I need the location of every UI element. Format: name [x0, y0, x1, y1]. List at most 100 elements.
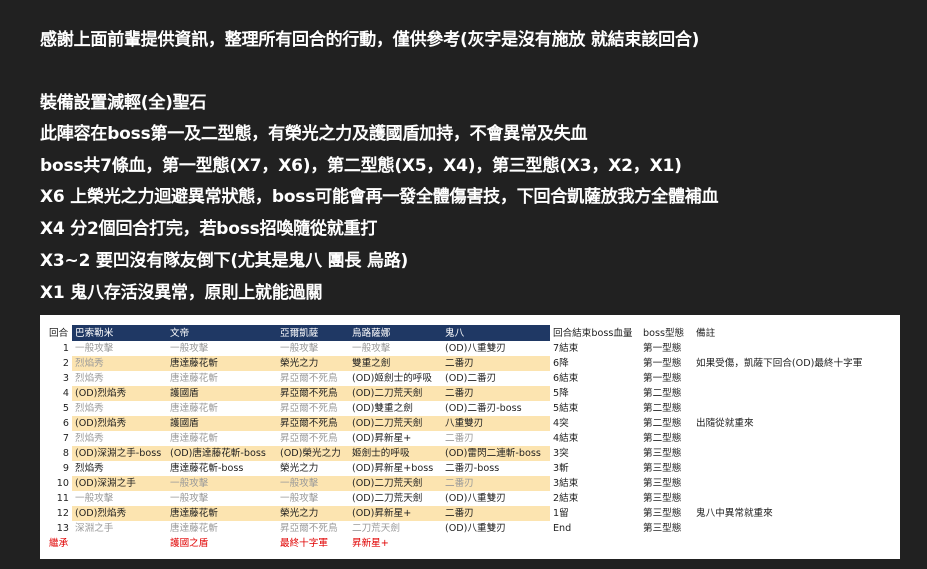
action-cell: 唐達藤花斬: [167, 356, 277, 371]
turn-number-cell: 12: [56, 508, 69, 519]
column-header: 備註: [693, 325, 893, 341]
boss-hp-cell: 1留: [553, 508, 569, 519]
post-line-x1: X1 鬼八存活沒異常，原則上就能過關: [40, 283, 323, 303]
column-header: 回合結束boss血量: [550, 325, 640, 341]
action-cell: 姬劍士的呼吸: [349, 446, 442, 461]
turn-number-cell: 6: [62, 418, 69, 429]
action-cell: 昇亞爾不死鳥: [277, 386, 349, 401]
column-header: boss型態: [640, 325, 693, 341]
boss-form-cell: 第三型態: [643, 463, 682, 474]
note-cell: [693, 476, 893, 491]
column-header: 亞爾凱薩: [277, 325, 349, 341]
action-cell: 二番刃: [442, 506, 550, 521]
action-cell: 烈焰秀: [72, 431, 167, 446]
action-cell: (OD)八重雙刃: [442, 521, 550, 536]
spreadsheet-image: 回合 巴索勒米 文帝 亞爾凱薩 烏路薩娜 鬼八 回合結束boss血量 boss型態 備註 1 一般攻…: [40, 315, 900, 559]
action-cell: 一般攻擊: [277, 341, 349, 356]
action-cell: 唐達藤花斬: [167, 401, 277, 416]
turn-number-cell: 9: [62, 463, 69, 474]
action-cell: (OD)雙重之劍: [349, 401, 442, 416]
boss-hp-cell: End: [553, 523, 572, 534]
table-row: 11 一般攻擊 一般攻擊 一般攻擊 (OD)二刀荒天劍 (OD)八重雙刃 2結束 第三型態: [46, 491, 893, 506]
boss-hp-cell: 4突: [553, 418, 569, 429]
turn-table: 回合 巴索勒米 文帝 亞爾凱薩 烏路薩娜 鬼八 回合結束boss血量 boss型態 備註 1 一般攻…: [46, 325, 893, 551]
inherit-cell: [442, 536, 550, 551]
action-cell: 一般攻擊: [167, 476, 277, 491]
turn-number-cell: 2: [62, 358, 69, 369]
action-cell: 二番刃: [442, 431, 550, 446]
action-cell: 昇亞爾不死鳥: [277, 416, 349, 431]
note-cell: [693, 431, 893, 446]
action-cell: (OD)烈焰秀: [72, 386, 167, 401]
action-cell: (OD)二刀荒天劍: [349, 476, 442, 491]
action-cell: 二番刃: [442, 386, 550, 401]
action-cell: 一般攻擊: [72, 341, 167, 356]
table-header-row: 回合 巴索勒米 文帝 亞爾凱薩 烏路薩娜 鬼八 回合結束boss血量 boss型態 備註: [46, 325, 893, 341]
table-row: 5 烈焰秀 唐達藤花斬 昇亞爾不死鳥 (OD)雙重之劍 (OD)二番刃-boss 5結束 第二…: [46, 401, 893, 416]
action-cell: (OD)二刀荒天劍: [349, 386, 442, 401]
table-row: 2 烈焰秀 唐達藤花斬 榮光之力 雙重之劍 二番刃 6降 第一型態 如果受傷，凱薩下回合(OD)…: [46, 356, 893, 371]
action-cell: (OD)二番刃-boss: [442, 401, 550, 416]
boss-hp-cell: 6結束: [553, 373, 579, 384]
table-row: 12 (OD)烈焰秀 唐達藤花斬 榮光之力 (OD)昇新星+ 二番刃 1留 第三型態 鬼八中異常…: [46, 506, 893, 521]
action-cell: 一般攻擊: [72, 491, 167, 506]
action-cell: 一般攻擊: [277, 476, 349, 491]
action-cell: 榮光之力: [277, 356, 349, 371]
action-cell: 唐達藤花斬-boss: [167, 461, 277, 476]
note-cell: [693, 401, 893, 416]
note-cell: [693, 446, 893, 461]
note-cell: [693, 521, 893, 536]
action-cell: 唐達藤花斬: [167, 521, 277, 536]
boss-form-cell: 第三型態: [643, 448, 682, 459]
action-cell: 烈焰秀: [72, 401, 167, 416]
turn-number-cell: 13: [56, 523, 69, 534]
action-cell: 一般攻擊: [277, 491, 349, 506]
action-cell: 昇亞爾不死鳥: [277, 371, 349, 386]
post-line-equipment: 裝備設置減輕(全)聖石: [40, 93, 207, 113]
note-cell: [693, 461, 893, 476]
action-cell: 二番刃-boss: [442, 461, 550, 476]
action-cell: (OD)二刀荒天劍: [349, 491, 442, 506]
post-line-x3: X3~2 要凹沒有隊友倒下(尤其是鬼八 團長 烏路): [40, 251, 409, 271]
action-cell: (OD)烈焰秀: [72, 506, 167, 521]
action-cell: 一般攻擊: [167, 491, 277, 506]
action-cell: 雙重之劍: [349, 356, 442, 371]
action-cell: (OD)八重雙刃: [442, 341, 550, 356]
note-cell: 鬼八中異常就重來: [696, 508, 773, 519]
note-cell: 如果受傷，凱薩下回合(OD)最終十字軍: [696, 358, 863, 369]
table-row: 1 一般攻擊 一般攻擊 一般攻擊 一般攻擊 (OD)八重雙刃 7結束 第一型態: [46, 341, 893, 356]
action-cell: 昇亞爾不死鳥: [277, 521, 349, 536]
boss-form-cell: 第二型態: [643, 418, 682, 429]
table-row: 4 (OD)烈焰秀 護國盾 昇亞爾不死鳥 (OD)二刀荒天劍 二番刃 5降 第二型態: [46, 386, 893, 401]
action-cell: 榮光之力: [277, 461, 349, 476]
boss-form-cell: 第二型態: [643, 388, 682, 399]
boss-form-cell: 第三型態: [643, 493, 682, 504]
boss-form-cell: 第一型態: [643, 343, 682, 354]
action-cell: 一般攻擊: [349, 341, 442, 356]
action-cell: (OD)唐達藤花斬-boss: [167, 446, 277, 461]
action-cell: (OD)深淵之手: [72, 476, 167, 491]
turn-number-cell: 10: [56, 478, 69, 489]
turn-number-cell: 3: [62, 373, 69, 384]
inherit-row: 繼承 護國之盾 最終十字軍 昇新星+: [46, 536, 893, 551]
note-cell: [693, 371, 893, 386]
boss-form-cell: 第二型態: [643, 433, 682, 444]
column-header: 烏路薩娜: [349, 325, 442, 341]
turn-number-cell: 8: [62, 448, 69, 459]
note-cell: [693, 341, 893, 356]
action-cell: 八重雙刃: [442, 416, 550, 431]
action-cell: (OD)昇新星+: [349, 506, 442, 521]
inherit-cell: 護國之盾: [170, 538, 209, 549]
empty-cell: [640, 536, 693, 551]
boss-form-cell: 第三型態: [643, 508, 682, 519]
action-cell: 烈焰秀: [72, 461, 167, 476]
boss-hp-cell: 2結束: [553, 493, 579, 504]
action-cell: 二刀荒天劍: [349, 521, 442, 536]
note-cell: 出隨從就重來: [696, 418, 754, 429]
action-cell: (OD)榮光之力: [277, 446, 349, 461]
turn-number-cell: 5: [62, 403, 69, 414]
action-cell: (OD)昇新星+boss: [349, 461, 442, 476]
post-line-x4: X4 分2個回合打完，若boss招喚隨從就重打: [40, 219, 378, 239]
turn-number-cell: 1: [62, 343, 69, 354]
boss-hp-cell: 4結束: [553, 433, 579, 444]
